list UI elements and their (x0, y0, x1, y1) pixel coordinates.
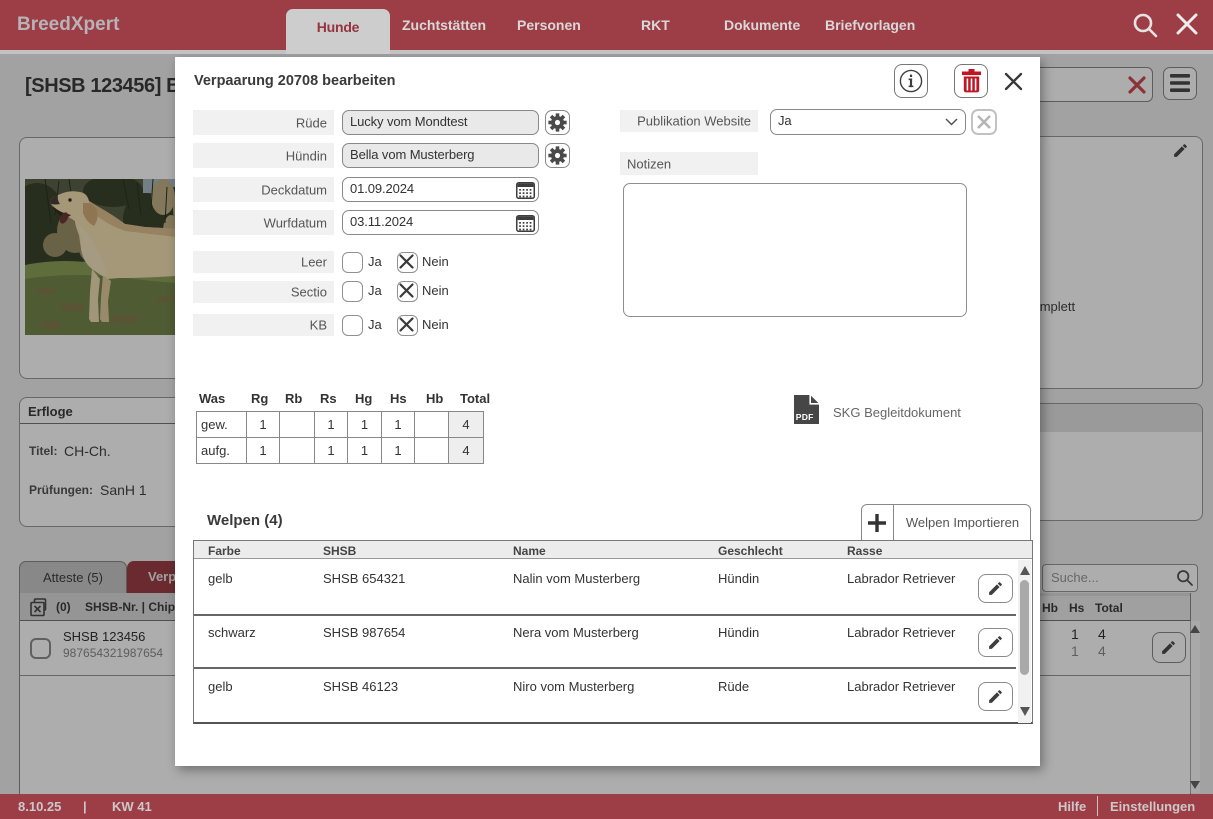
svg-text:PDF: PDF (796, 412, 814, 422)
